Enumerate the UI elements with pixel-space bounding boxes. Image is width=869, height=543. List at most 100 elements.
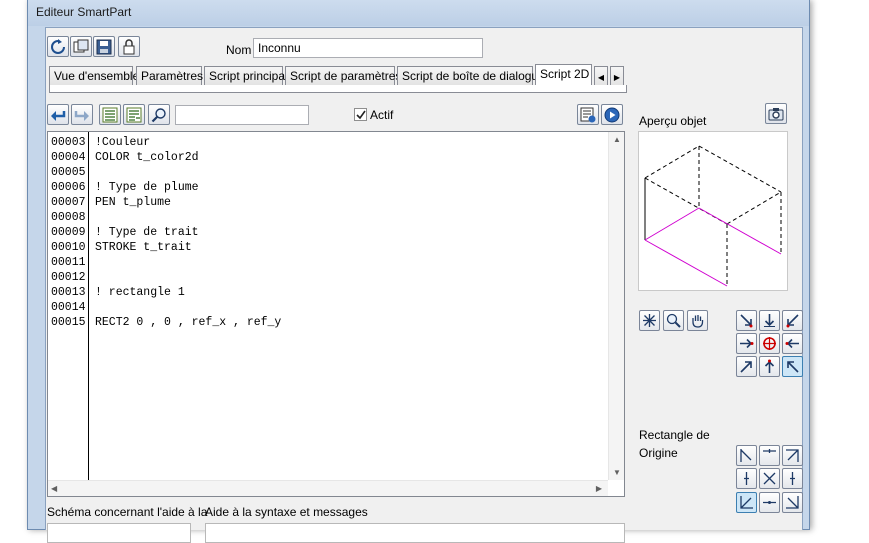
run-button[interactable] (601, 104, 623, 125)
camera-icon (768, 107, 784, 120)
line-number: 00015 (51, 316, 86, 329)
origin-bottom-left-icon (740, 496, 753, 509)
view-sw-button[interactable] (736, 356, 757, 377)
tab-script-2d[interactable]: Script 2D (535, 64, 592, 86)
search-icon (151, 107, 166, 122)
copy-button[interactable] (70, 36, 92, 57)
code-line: 00013 ! rectangle 1 (51, 285, 185, 300)
play-icon (604, 107, 620, 122)
line-number: 00013 (51, 286, 86, 299)
arrow-up-right-icon (740, 361, 752, 373)
name-label: Nom (226, 43, 252, 57)
origin-top-right-icon (786, 449, 799, 462)
snapshot-button[interactable] (765, 103, 787, 124)
code-line: 00003 !Couleur (51, 135, 150, 150)
line-number: 00006 (51, 181, 86, 194)
origin-label-line1: Rectangle de (639, 428, 710, 442)
origin-top-left-icon (740, 449, 752, 462)
tab-scroll-right-button[interactable]: ▶ (610, 66, 624, 86)
save-button[interactable] (93, 36, 115, 57)
insert-button[interactable] (123, 104, 145, 125)
origin-right-button[interactable] (782, 468, 803, 489)
chevron-left-icon: ◀ (597, 73, 605, 82)
view-center-button[interactable] (759, 333, 780, 354)
save-icon (96, 39, 112, 54)
view-nw-button[interactable] (736, 310, 757, 331)
tab-main-script[interactable]: Script principal (204, 66, 288, 86)
tab-overview[interactable]: Vue d'ensemble (49, 66, 139, 86)
code-line: 00012 (51, 270, 86, 285)
line-text: COLOR t_color2d (95, 151, 199, 164)
refresh-button[interactable] (47, 36, 69, 57)
line-number: 00012 (51, 271, 86, 284)
redo-button[interactable] (71, 104, 93, 125)
chevron-right-icon: ▶ (613, 73, 621, 82)
line-text: ! Type de trait (95, 226, 199, 239)
line-text: RECT2 0 , 0 , ref_x , ref_y (95, 316, 282, 329)
origin-bottom-button[interactable] (759, 492, 780, 513)
view-n-button[interactable] (759, 310, 780, 331)
origin-left-button[interactable] (736, 468, 757, 489)
origin-label-line2: Origine (639, 446, 678, 460)
help-button[interactable] (577, 104, 599, 125)
line-number: 00005 (51, 166, 86, 179)
origin-top-left-button[interactable] (736, 445, 757, 466)
title-bar[interactable]: Editeur SmartPart (28, 0, 809, 26)
preview-box-drawing (644, 145, 782, 287)
line-number: 00010 (51, 241, 86, 254)
line-text: !Couleur (95, 136, 151, 149)
preview-label: Aperçu objet (639, 114, 707, 128)
code-line: 00008 (51, 210, 86, 225)
scroll-right-icon: ▶ (595, 484, 602, 493)
code-line: 00009 ! Type de trait (51, 225, 199, 240)
arrow-left-icon (785, 338, 799, 349)
editor-client-area: Nom Vue d'ensemble Paramètres Script pri… (45, 27, 803, 543)
name-input[interactable] (253, 38, 483, 58)
format-button[interactable] (99, 104, 121, 125)
view-ne-button[interactable] (782, 310, 803, 331)
view-all-button[interactable] (639, 310, 660, 331)
redo-icon (74, 110, 89, 121)
arrow-down-right-icon (740, 314, 753, 328)
code-line: 00014 (51, 300, 86, 315)
view-w-button[interactable] (736, 333, 757, 354)
origin-top-icon (763, 449, 776, 453)
tab-scroll-left-button[interactable]: ◀ (594, 66, 608, 86)
code-line: 00004 COLOR t_color2d (51, 150, 199, 165)
vertical-scrollbar[interactable]: ▲ ▼ (608, 132, 624, 480)
active-checkbox[interactable] (354, 108, 367, 121)
schema-help-label: Schéma concernant l'aide à la (47, 505, 208, 519)
tab-parameter-script[interactable]: Script de paramètres (285, 66, 401, 86)
undo-button[interactable] (47, 104, 69, 125)
line-number: 00011 (51, 256, 86, 269)
origin-bottom-right-button[interactable] (782, 492, 803, 513)
zoom-button[interactable] (663, 310, 684, 331)
line-text: ! rectangle 1 (95, 286, 185, 299)
search-input[interactable] (175, 105, 309, 125)
code-editor[interactable]: 00003 !Couleur 00004 COLOR t_color2d 00005 00… (47, 131, 625, 497)
origin-center-button[interactable] (759, 468, 780, 489)
search-button[interactable] (148, 104, 170, 125)
horizontal-scrollbar[interactable]: ◀ ▶ (48, 480, 608, 496)
tab-panel (49, 85, 627, 93)
origin-top-right-button[interactable] (782, 445, 803, 466)
window-title: Editeur SmartPart (36, 5, 132, 19)
hand-icon (692, 315, 704, 328)
arrow-down-left-icon (786, 314, 799, 328)
line-number: 00009 (51, 226, 86, 239)
scroll-up-icon: ▲ (613, 135, 621, 144)
line-text: ! Type de plume (95, 181, 199, 194)
tab-dialog-script[interactable]: Script de boîte de dialogue (397, 66, 545, 86)
arrow-up-left-icon (787, 361, 799, 373)
open-button[interactable] (118, 36, 140, 57)
pan-button[interactable] (687, 310, 708, 331)
tab-parameters[interactable]: Paramètres (136, 66, 203, 86)
view-s-button[interactable] (759, 356, 780, 377)
view-e-button[interactable] (782, 333, 803, 354)
origin-bottom-left-button[interactable] (736, 492, 757, 513)
origin-top-button[interactable] (759, 445, 780, 466)
insert-list-icon (126, 107, 142, 122)
view-se-button[interactable] (782, 356, 803, 377)
code-line: 00010 STROKE t_trait (51, 240, 192, 255)
line-text: PEN t_plume (95, 196, 171, 209)
